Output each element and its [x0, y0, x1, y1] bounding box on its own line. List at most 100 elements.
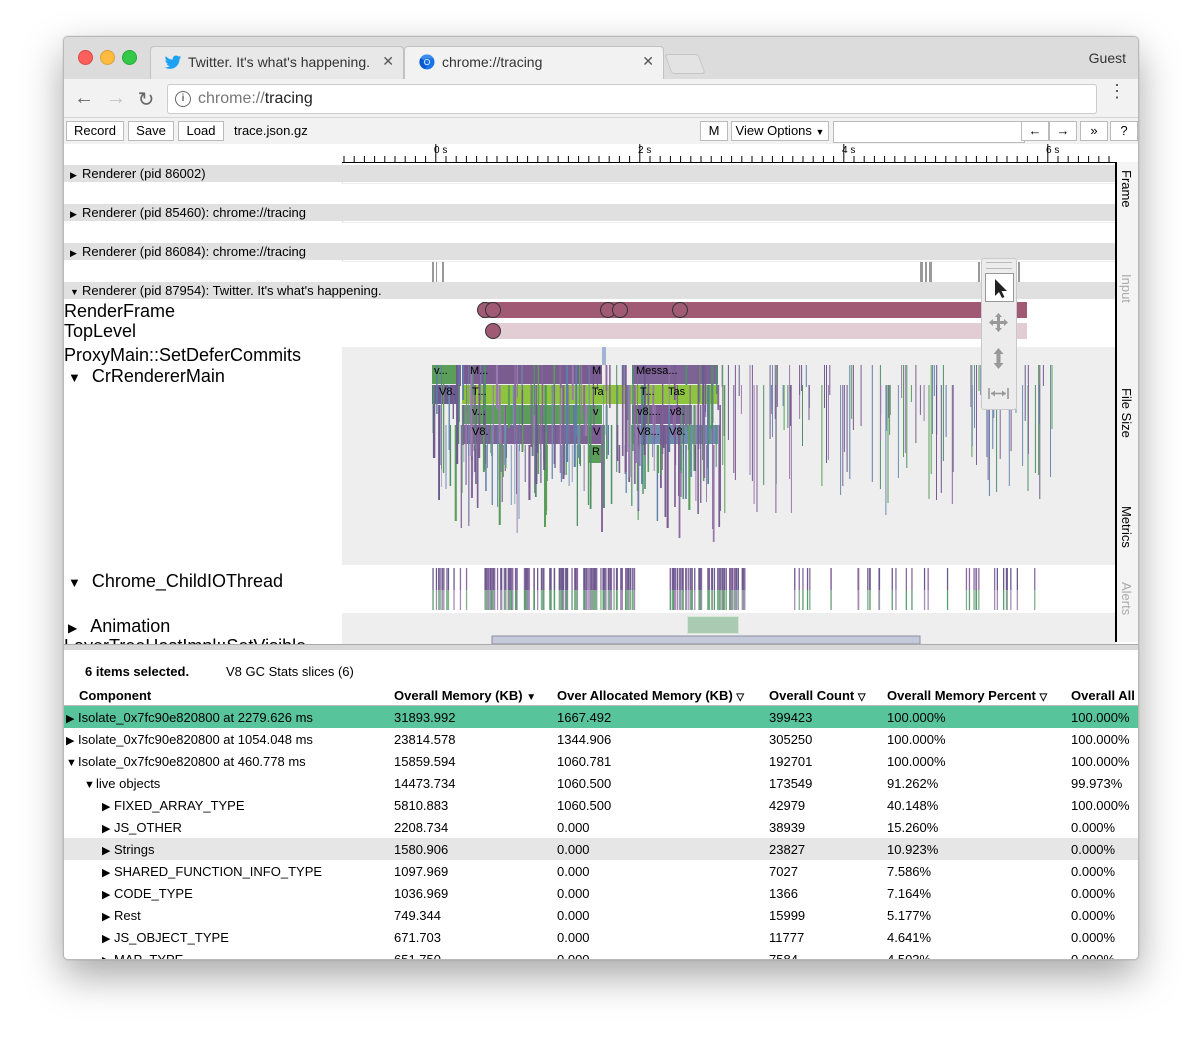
trace-slice[interactable]: [486, 568, 488, 590]
trace-slice[interactable]: [799, 365, 801, 395]
trace-slice[interactable]: [1016, 568, 1018, 590]
trace-slice[interactable]: [910, 385, 912, 402]
chrome-menu-icon[interactable]: ⋮: [1108, 82, 1126, 100]
trace-slice[interactable]: [501, 425, 503, 502]
trace-slice[interactable]: [669, 568, 672, 590]
trace-slice[interactable]: [978, 590, 980, 610]
trace-slice[interactable]: [540, 590, 543, 610]
trace-slice[interactable]: [968, 568, 971, 590]
trace-slice[interactable]: [794, 568, 796, 590]
save-button[interactable]: Save: [128, 121, 174, 141]
trace-slice[interactable]: [561, 568, 563, 590]
table-row[interactable]: ▶ FIXED_ARRAY_TYPE 5810.883 1060.500 42979 40…: [64, 794, 1138, 816]
table-row[interactable]: ▶ Isolate_0x7fc90e820800 at 2279.626 ms 31…: [64, 705, 1138, 728]
trace-slice[interactable]: [798, 590, 800, 610]
more-button[interactable]: »: [1080, 121, 1108, 141]
trace-slice[interactable]: [824, 365, 825, 408]
trace-slice[interactable]: [869, 568, 871, 590]
trace-slice[interactable]: [708, 590, 710, 610]
trace-slice[interactable]: [742, 590, 744, 610]
trace-slice[interactable]: [603, 590, 605, 610]
trace-slice[interactable]: [666, 425, 669, 528]
trace-slice[interactable]: [516, 425, 518, 494]
trace-slice[interactable]: [878, 590, 881, 610]
trace-slice[interactable]: [601, 425, 603, 532]
trace-slice[interactable]: [923, 590, 926, 610]
expand-arrow-icon[interactable]: ▶: [102, 910, 114, 923]
expand-arrow-icon[interactable]: ▶: [70, 248, 82, 259]
trace-slice[interactable]: [518, 445, 520, 519]
trace-slice[interactable]: [697, 365, 700, 449]
trace-slice[interactable]: [524, 445, 526, 482]
trace-slice[interactable]: [500, 568, 502, 590]
trace-slice[interactable]: [946, 568, 949, 590]
expand-arrow-icon[interactable]: ▶: [102, 954, 114, 960]
trace-slice[interactable]: [630, 590, 632, 610]
trace-slice[interactable]: [543, 425, 546, 470]
trace-slice[interactable]: [492, 590, 494, 610]
trace-slice[interactable]: [725, 568, 727, 590]
trace-slice[interactable]: [911, 568, 913, 590]
trace-slice[interactable]: [588, 590, 590, 610]
trace-slice[interactable]: [531, 385, 533, 456]
trace-slice[interactable]: [1050, 365, 1051, 477]
trace-slice[interactable]: [512, 568, 514, 590]
trace-slice[interactable]: [715, 365, 718, 394]
trace-slice[interactable]: [633, 590, 636, 610]
trace-slice[interactable]: [704, 365, 706, 412]
trace-slice[interactable]: [806, 590, 809, 610]
trace-slice[interactable]: [628, 385, 631, 477]
trace-slice[interactable]: [1006, 568, 1008, 590]
trace-slice[interactable]: [537, 365, 540, 474]
trace-slice[interactable]: [681, 590, 683, 610]
trace-slice[interactable]: [974, 365, 975, 428]
trace-slice[interactable]: [588, 568, 590, 590]
trace-slice[interactable]: [447, 590, 450, 610]
trace-slice[interactable]: [783, 385, 785, 430]
trace-slice[interactable]: [515, 568, 517, 590]
trace-slice[interactable]: [978, 568, 980, 590]
column-header-overall-count[interactable]: Overall Count ▽: [769, 685, 887, 706]
trace-slice[interactable]: [510, 445, 512, 505]
trace-slice[interactable]: [610, 568, 613, 590]
trace-slice[interactable]: [613, 590, 615, 610]
expand-arrow-icon[interactable]: ▶: [102, 844, 114, 857]
trace-slice[interactable]: [688, 425, 691, 510]
trace-slice[interactable]: [737, 568, 739, 590]
table-row[interactable]: ▶ SHARED_FUNCTION_INFO_TYPE 1097.969 0.000 7…: [64, 860, 1138, 882]
collapse-arrow-icon[interactable]: ▼: [70, 287, 82, 297]
trace-slice[interactable]: [432, 405, 435, 458]
trace-slice[interactable]: [657, 445, 660, 473]
trace-slice[interactable]: [510, 568, 513, 590]
toplevel-slice[interactable]: [493, 323, 1027, 339]
trace-slice[interactable]: [1042, 365, 1044, 386]
trace-slice[interactable]: [681, 568, 683, 590]
process-header[interactable]: ▶ Renderer (pid 86084): chrome://tracing: [64, 243, 1116, 260]
timing-icon[interactable]: [985, 380, 1012, 407]
trace-slice[interactable]: [724, 590, 726, 610]
trace-slice[interactable]: [923, 385, 925, 421]
trace-slice[interactable]: [558, 590, 561, 610]
trace-slice[interactable]: [542, 590, 544, 610]
trace-slice[interactable]: [970, 365, 972, 407]
trace-slice[interactable]: [583, 445, 585, 491]
forward-button[interactable]: →: [104, 87, 128, 110]
trace-slice[interactable]: [711, 568, 713, 590]
trace-slice[interactable]: [933, 365, 935, 396]
trace-slice[interactable]: [553, 568, 556, 590]
trace-slice[interactable]: [574, 568, 577, 590]
trace-slice[interactable]: [441, 385, 442, 487]
trace-slice[interactable]: [576, 568, 579, 590]
trace-slice[interactable]: [484, 568, 486, 590]
trace-slice[interactable]: [930, 365, 932, 474]
table-row[interactable]: ▶MAP_TYPE651.7500.00075844.503%0.000%: [64, 948, 1138, 960]
trace-slice[interactable]: [505, 568, 507, 590]
expand-arrow-icon[interactable]: ▶: [102, 888, 114, 901]
trace-slice[interactable]: [735, 590, 737, 610]
trace-slice[interactable]: [508, 568, 510, 590]
trace-slice[interactable]: [717, 385, 720, 410]
timeline-view[interactable]: 0 s 2 s 4 s 6 s ▶ Renderer (pid 86002) ▶ R…: [64, 144, 1138, 644]
pan-icon[interactable]: [985, 309, 1012, 336]
trace-slice[interactable]: [621, 568, 623, 590]
trace-slice[interactable]: [497, 425, 499, 507]
